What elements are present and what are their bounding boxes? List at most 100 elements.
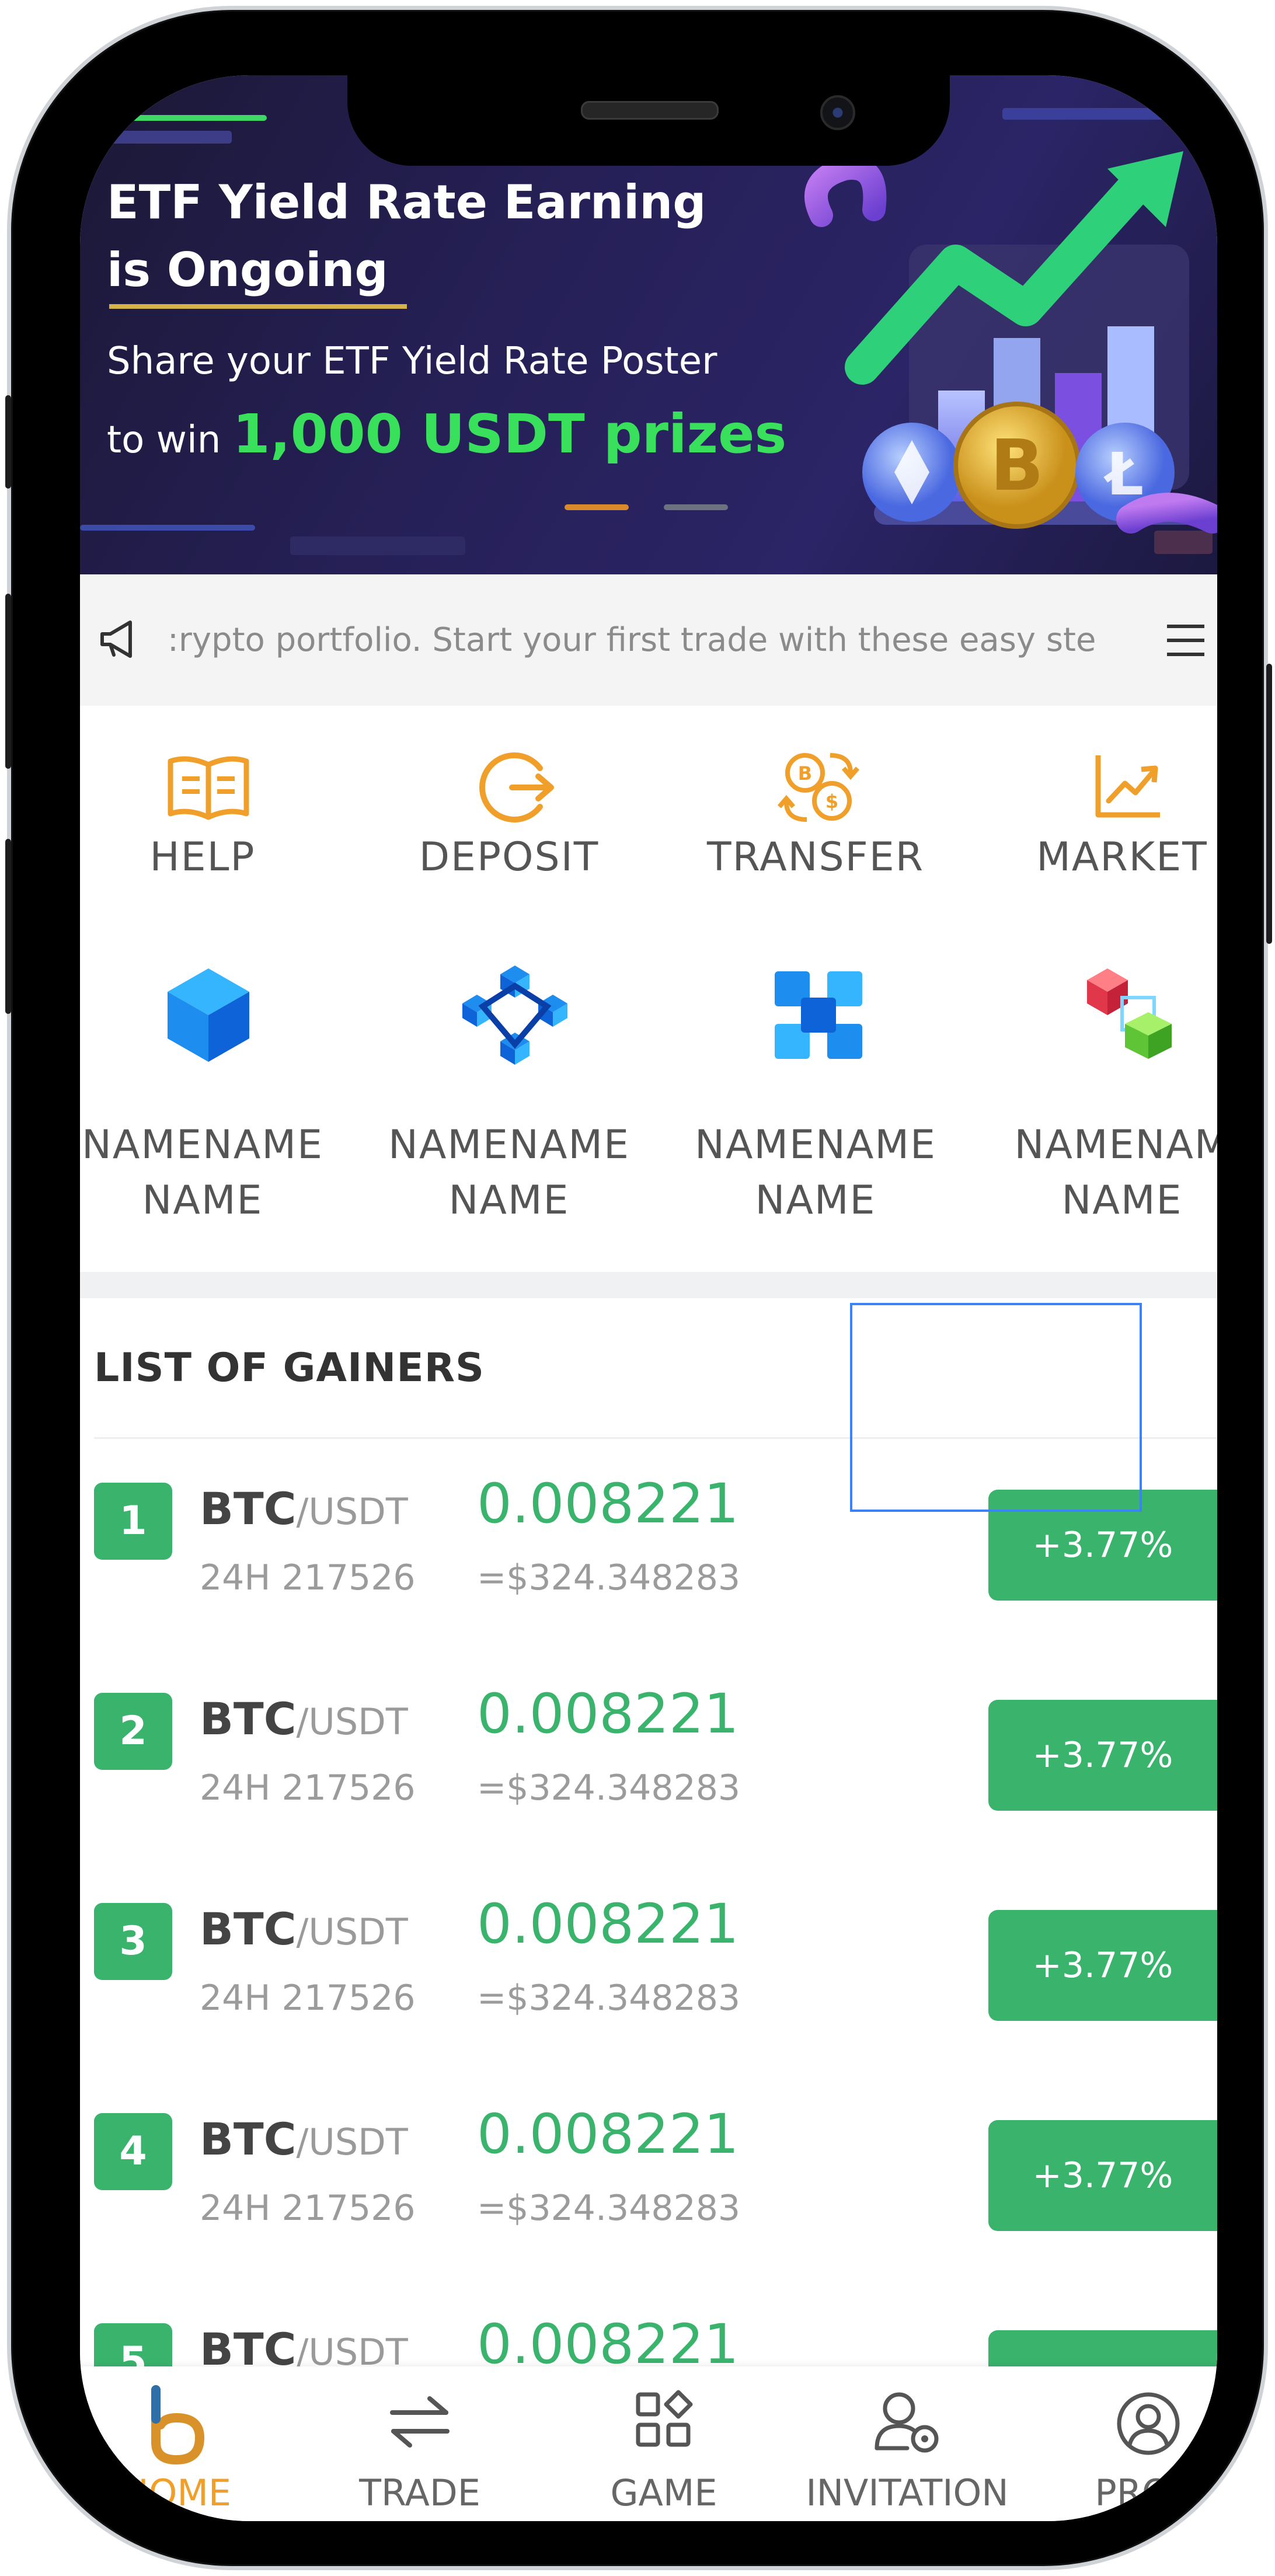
quick-action-label: HELP (149, 834, 256, 880)
change-button[interactable]: +3.77% (988, 1700, 1217, 1811)
deposit-icon (479, 752, 554, 822)
banner-decor-stripe (1002, 108, 1178, 120)
quick-action-transfer[interactable]: B $ TRANSFER (675, 706, 956, 910)
pair-base: BTC (200, 2113, 297, 2165)
pair-base: BTC (200, 1693, 297, 1745)
pair-name: BTC/USDT (200, 2113, 408, 2165)
banner-prize: 1,000 USDT prizes (232, 403, 787, 465)
quick-action-label: DEPOSIT (419, 834, 600, 880)
banner-decor-stripe (290, 536, 465, 555)
named-item-1[interactable]: NAMENAME NAME (80, 963, 343, 1243)
speaker (581, 101, 719, 120)
pair-name: BTC/USDT (200, 1693, 408, 1745)
named-item-2[interactable]: NAMENAME NAME (369, 963, 649, 1243)
rank-badge: 5 (94, 2323, 172, 2366)
pair-quote: /USDT (296, 2121, 408, 2163)
rank-badge: 1 (94, 1483, 172, 1560)
svg-text:$: $ (825, 790, 838, 813)
blue-cube-icon (168, 968, 249, 1062)
notch (347, 75, 950, 166)
pair-quote: /USDT (296, 1700, 408, 1743)
price: 0.008221 (477, 1472, 739, 1536)
tab-trade[interactable]: TRADE (297, 2366, 542, 2521)
pair-name: BTC/USDT (200, 1483, 408, 1535)
transfer-icon: B $ (777, 753, 860, 822)
side-button (5, 395, 11, 489)
fiat-price: =$324.348283 (477, 1768, 741, 1808)
change-button[interactable]: +3.77% (988, 2120, 1217, 2231)
crypto-growth-illustration: B Ł (804, 151, 1217, 534)
volume-24h: 24H 217526 (200, 1978, 416, 2019)
announcement-text[interactable]: :rypto portfolio. Start your first trade… (168, 621, 1125, 659)
svg-text:Ł: Ł (1103, 440, 1144, 508)
banner-title-line2: is Ongoing (107, 243, 388, 297)
banner-decor-stripe (80, 131, 232, 144)
banner-title-line1: ETF Yield Rate Earning (107, 175, 706, 229)
tab-label: PROFI (1095, 2472, 1202, 2514)
price: 0.008221 (477, 1682, 739, 1746)
profile-icon (1117, 2392, 1180, 2455)
price: 0.008221 (477, 2103, 739, 2166)
banner-win-prefix: to win (107, 419, 233, 462)
banner-decor-stripe (80, 525, 255, 531)
price: 0.008221 (477, 2313, 739, 2366)
gainer-row[interactable]: 5 BTC/USDT 0.008221 (80, 2282, 1217, 2366)
gainer-row[interactable]: 1 BTC/USDT 24H 217526 0.008221 =$324.348… (80, 1442, 1217, 1652)
named-item-4[interactable]: NAMENAM NAME (982, 963, 1217, 1243)
tab-label: GAME (610, 2472, 717, 2514)
title-underline (109, 304, 407, 309)
tab-profile[interactable]: PROFI (1026, 2366, 1217, 2521)
phone-frame: ETF Yield Rate Earning is Ongoing Share … (5, 6, 1272, 2570)
game-grid-icon (636, 2390, 693, 2447)
quick-action-deposit[interactable]: DEPOSIT (369, 706, 649, 910)
banner-dot-active[interactable] (565, 504, 629, 510)
pair-name: BTC/USDT (200, 2323, 408, 2366)
quick-action-market[interactable]: MARKET (982, 706, 1217, 910)
front-camera (820, 95, 855, 130)
fiat-price: =$324.348283 (477, 2188, 741, 2229)
tab-game[interactable]: GAME (541, 2366, 786, 2521)
volume-24h: 24H 217526 (200, 1557, 416, 1598)
volume-up-button (5, 594, 11, 769)
gainer-row[interactable]: 2 BTC/USDT 24H 217526 0.008221 =$324.348… (80, 1652, 1217, 1862)
quick-action-help[interactable]: HELP (80, 706, 343, 910)
invite-user-icon (875, 2392, 939, 2453)
named-item-label: NAMENAM NAME (1014, 1122, 1217, 1223)
gainers-title: LIST OF GAINERS (94, 1345, 485, 1391)
cube-cluster-icon (775, 971, 862, 1059)
pair-quote: /USDT (296, 2331, 408, 2366)
tab-label: INVITATION (806, 2472, 1009, 2514)
pair-quote: /USDT (296, 1490, 408, 1533)
change-button[interactable] (988, 2330, 1217, 2366)
svg-text:B: B (798, 762, 812, 785)
announcement-bar[interactable]: :rypto portfolio. Start your first trade… (80, 574, 1217, 706)
menu-icon[interactable] (1165, 620, 1207, 661)
price: 0.008221 (477, 1892, 739, 1956)
fiat-price: =$324.348283 (477, 1557, 741, 1598)
gainers-list: LIST OF GAINERS 1 BTC/USDT 24H 217526 0.… (80, 1298, 1217, 2366)
pair-base: BTC (200, 1903, 297, 1955)
pair-quote: /USDT (296, 1911, 408, 1953)
gainer-row[interactable]: 4 BTC/USDT 24H 217526 0.008221 =$324.348… (80, 2072, 1217, 2282)
rank-badge: 3 (94, 1903, 172, 1980)
list-divider (94, 1437, 1217, 1439)
screen: ETF Yield Rate Earning is Ongoing Share … (80, 75, 1217, 2521)
section-divider (80, 1272, 1217, 1298)
named-item-label: NAMENAME NAME (81, 1122, 324, 1223)
named-item-3[interactable]: NAMENAME NAME (675, 963, 956, 1243)
tab-invitation[interactable]: INVITATION (785, 2366, 1030, 2521)
change-button[interactable]: +3.77% (988, 1490, 1217, 1601)
megaphone-icon (100, 621, 132, 658)
volume-24h: 24H 217526 (200, 1768, 416, 1808)
banner-dot[interactable] (664, 504, 728, 510)
gainer-row[interactable]: 3 BTC/USDT 24H 217526 0.008221 =$324.348… (80, 1862, 1217, 2072)
volume-24h: 24H 217526 (200, 2188, 416, 2229)
banner-decor-stripe (103, 115, 267, 121)
chart-up-icon (1095, 755, 1160, 818)
tab-home[interactable]: HOME (80, 2366, 299, 2521)
cube-ring-icon (462, 965, 567, 1065)
banner-prize-line: to win 1,000 USDT prizes (107, 402, 786, 472)
quick-action-label: MARKET (1036, 834, 1208, 880)
swap-arrows-icon (390, 2396, 450, 2448)
change-button[interactable]: +3.77% (988, 1910, 1217, 2021)
